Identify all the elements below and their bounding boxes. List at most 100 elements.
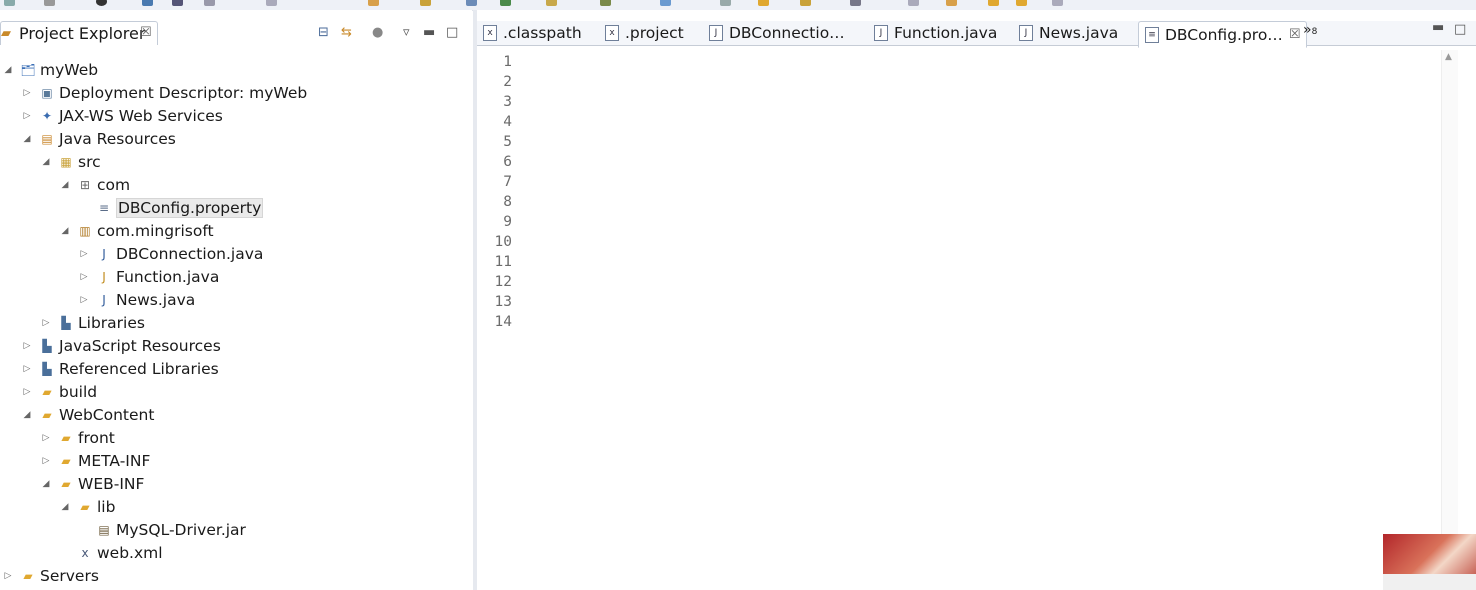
tree-item[interactable]: ◢ ▤ Java Resources bbox=[21, 127, 176, 150]
editor-tab[interactable]: ≡ DBConfig.pro… ☒ bbox=[1138, 21, 1308, 48]
toolbar-new-icon[interactable] bbox=[4, 0, 15, 6]
tree-item-label: News.java bbox=[116, 290, 196, 309]
toolbar-folder-icon[interactable] bbox=[758, 0, 769, 6]
expanded-arrow-icon[interactable]: ◢ bbox=[40, 157, 52, 167]
expanded-arrow-icon[interactable]: ◢ bbox=[21, 134, 33, 144]
editor-tab-label: Function.java bbox=[894, 24, 998, 42]
tree-item[interactable]: ◢ ▦ src bbox=[40, 150, 101, 173]
java-file-icon: J bbox=[1019, 25, 1033, 41]
line-number: 10 bbox=[494, 234, 512, 250]
link-with-editor-icon[interactable]: ⇆ bbox=[341, 25, 352, 40]
toolbar-package-icon[interactable] bbox=[800, 0, 811, 6]
line-number: 7 bbox=[503, 174, 512, 190]
tree-item[interactable]: ▷ ▙ JavaScript Resources bbox=[21, 334, 221, 357]
toolbar-forward-icon[interactable] bbox=[1016, 0, 1027, 6]
toolbar-perspective-icon[interactable] bbox=[466, 0, 477, 6]
toolbar-back-icon[interactable] bbox=[988, 0, 999, 6]
collapsed-arrow-icon[interactable]: ▷ bbox=[40, 318, 52, 328]
editor-minimize-icon[interactable]: ▬ bbox=[1432, 20, 1444, 35]
editor-tab[interactable]: x .project bbox=[605, 21, 684, 45]
expanded-arrow-icon[interactable]: ◢ bbox=[2, 65, 14, 75]
tree-item[interactable]: ◢ ▰ WebContent bbox=[21, 403, 155, 426]
tree-item[interactable]: ◢ ⊞ com bbox=[59, 173, 131, 196]
toolbar-save-icon[interactable] bbox=[44, 0, 55, 6]
minimize-icon[interactable]: ▬ bbox=[423, 25, 435, 40]
tree-item[interactable]: x web.xml bbox=[59, 541, 162, 564]
toolbar-run-green-icon[interactable] bbox=[500, 0, 511, 6]
folder-icon: ▰ bbox=[23, 568, 33, 583]
toolbar-edit-icon[interactable] bbox=[908, 0, 919, 6]
tree-item[interactable]: ▷ ▣ Deployment Descriptor: myWeb bbox=[21, 81, 308, 104]
collapsed-arrow-icon[interactable]: ▷ bbox=[40, 456, 52, 466]
tree-item[interactable]: ◢ ▰ WEB-INF bbox=[40, 472, 145, 495]
editor-tab[interactable]: J Function.java bbox=[874, 21, 997, 45]
tree-item-label: Referenced Libraries bbox=[59, 359, 219, 378]
close-icon[interactable]: ☒ bbox=[140, 25, 152, 40]
toolbar-open-resource-icon[interactable] bbox=[420, 0, 431, 6]
collapsed-arrow-icon[interactable]: ▷ bbox=[78, 249, 90, 259]
collapsed-arrow-icon[interactable]: ▷ bbox=[21, 387, 33, 397]
collapsed-arrow-icon[interactable]: ▷ bbox=[78, 295, 90, 305]
maximize-icon[interactable]: □ bbox=[446, 25, 458, 40]
tree-item[interactable]: ◢ 🗂 myWeb bbox=[2, 58, 99, 81]
filter-icon[interactable]: ● bbox=[372, 25, 383, 40]
tree-item[interactable]: ▤ MySQL-Driver.jar bbox=[78, 518, 246, 541]
tab-overflow-count: 8 bbox=[1311, 27, 1318, 37]
vertical-scrollbar[interactable]: ▲ bbox=[1441, 50, 1458, 590]
collapsed-arrow-icon[interactable]: ▷ bbox=[21, 341, 33, 351]
tree-item-label: Libraries bbox=[78, 313, 145, 332]
toolbar-search-icon[interactable] bbox=[172, 0, 183, 6]
scroll-up-icon[interactable]: ▲ bbox=[1445, 52, 1452, 62]
expanded-arrow-icon[interactable]: ◢ bbox=[59, 226, 71, 236]
collapsed-arrow-icon[interactable]: ▷ bbox=[78, 272, 90, 282]
tree-item[interactable]: ▷ J Function.java bbox=[78, 265, 220, 288]
tree-item[interactable]: ≡ DBConfig.property bbox=[78, 196, 264, 219]
libraries-icon: ▙ bbox=[61, 315, 71, 330]
tree-item[interactable]: ▷ ▰ META-INF bbox=[40, 449, 151, 472]
tree-item[interactable]: ▷ ▙ Libraries bbox=[40, 311, 145, 334]
tree-item[interactable]: ▷ ▙ Referenced Libraries bbox=[21, 357, 219, 380]
toolbar-pin-icon[interactable] bbox=[946, 0, 957, 6]
toolbar-console-icon[interactable] bbox=[660, 0, 671, 6]
tree-item[interactable]: ▷ J News.java bbox=[78, 288, 196, 311]
toolbar-debug-icon[interactable] bbox=[96, 0, 107, 6]
tree-item[interactable]: ▷ ▰ front bbox=[40, 426, 115, 449]
toolbar-run-icon[interactable] bbox=[204, 0, 215, 6]
toolbar-globe-icon[interactable] bbox=[850, 0, 861, 6]
properties-file-icon: ≡ bbox=[98, 200, 110, 215]
close-tab-icon[interactable]: ☒ bbox=[1289, 27, 1301, 42]
toolbar-server-icon[interactable] bbox=[142, 0, 153, 6]
package-icon: ⊞ bbox=[79, 177, 91, 192]
editor-maximize-icon[interactable]: □ bbox=[1454, 22, 1466, 37]
toolbar-annotation-icon[interactable] bbox=[546, 0, 557, 6]
editor-tab[interactable]: J DBConnectio… bbox=[709, 21, 845, 45]
java-file-icon: J bbox=[874, 25, 888, 41]
tab-overflow-button[interactable]: »8 bbox=[1303, 22, 1317, 38]
expanded-arrow-icon[interactable]: ◢ bbox=[59, 180, 71, 190]
collapse-all-icon[interactable]: ⊟ bbox=[318, 25, 329, 40]
tree-item-label: com.mingrisoft bbox=[97, 221, 214, 240]
expanded-arrow-icon[interactable]: ◢ bbox=[59, 502, 71, 512]
collapsed-arrow-icon[interactable]: ▷ bbox=[21, 111, 33, 121]
tree-item[interactable]: ▷ ▰ Servers bbox=[2, 564, 99, 587]
toolbar-nav-icon[interactable] bbox=[1052, 0, 1063, 6]
toolbar-step-icon[interactable] bbox=[266, 0, 277, 6]
tree-item[interactable]: ◢ ▥ com.mingrisoft bbox=[59, 219, 214, 242]
project-explorer-tab[interactable]: ▰ Project Explorer ☒ bbox=[0, 21, 158, 45]
editor-tab[interactable]: x .classpath bbox=[483, 21, 582, 45]
expanded-arrow-icon[interactable]: ◢ bbox=[40, 479, 52, 489]
tree-item[interactable]: ▷ J DBConnection.java bbox=[78, 242, 264, 265]
expanded-arrow-icon[interactable]: ◢ bbox=[21, 410, 33, 420]
toolbar-open-type-icon[interactable] bbox=[368, 0, 379, 6]
collapsed-arrow-icon[interactable]: ▷ bbox=[40, 433, 52, 443]
collapsed-arrow-icon[interactable]: ▷ bbox=[2, 571, 14, 581]
tree-item[interactable]: ▷ ▰ build bbox=[21, 380, 98, 403]
view-menu-icon[interactable]: ▿ bbox=[403, 25, 410, 40]
editor-tab[interactable]: J News.java bbox=[1019, 21, 1118, 45]
toolbar-next-icon[interactable] bbox=[600, 0, 611, 6]
collapsed-arrow-icon[interactable]: ▷ bbox=[21, 88, 33, 98]
tree-item[interactable]: ▷ ✦ JAX-WS Web Services bbox=[21, 104, 223, 127]
collapsed-arrow-icon[interactable]: ▷ bbox=[21, 364, 33, 374]
toolbar-outline-icon[interactable] bbox=[720, 0, 731, 6]
tree-item[interactable]: ◢ ▰ lib bbox=[59, 495, 116, 518]
